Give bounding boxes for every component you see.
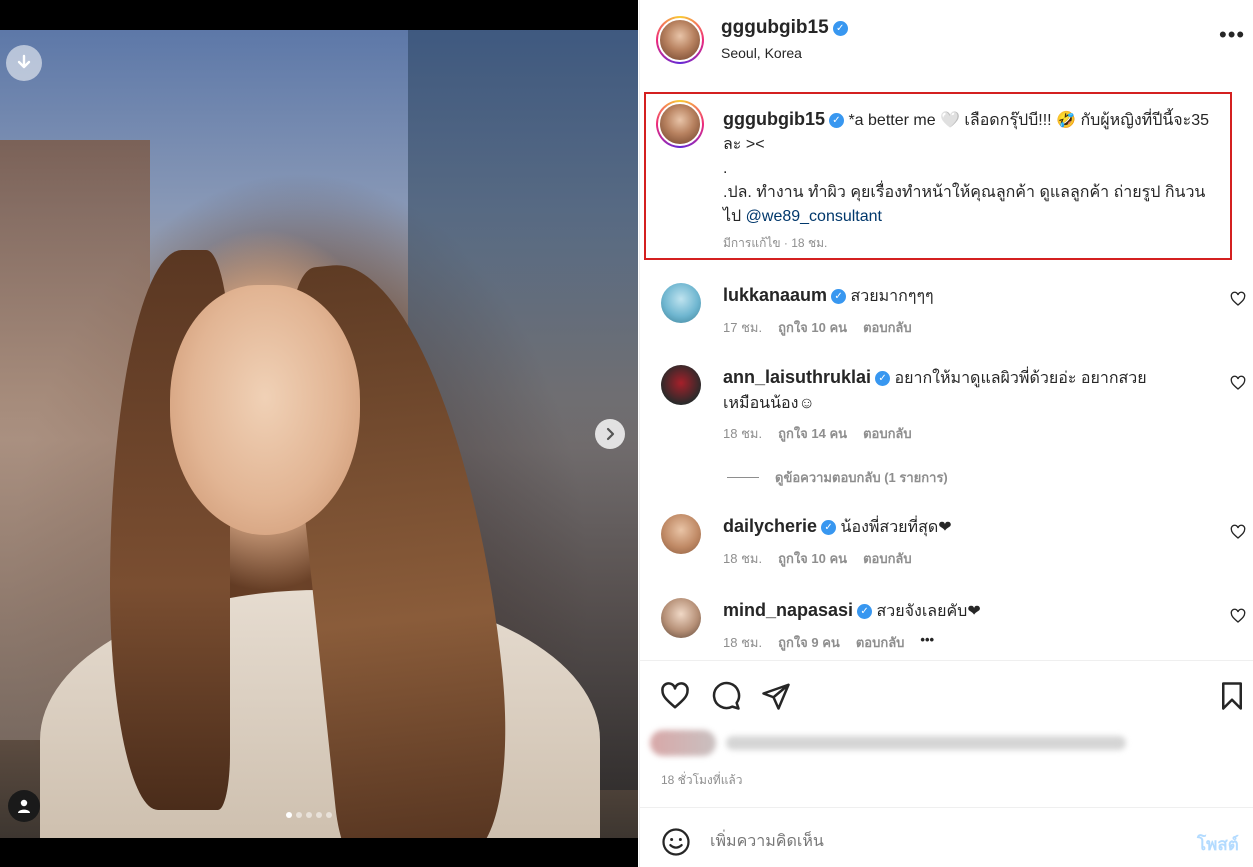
liked-by-text <box>726 736 1126 750</box>
comment-text: น้องพี่สวยที่สุด❤ <box>840 519 952 536</box>
share-icon[interactable] <box>761 681 791 711</box>
commenter-avatar[interactable] <box>661 598 701 638</box>
post-comment-button[interactable]: โพสต์ <box>1197 831 1239 858</box>
comment-text: สวยจังเลยคับ❤ <box>876 603 981 620</box>
author-username[interactable]: gggubgib15 ✓ <box>721 17 848 39</box>
author-avatar[interactable] <box>656 16 704 64</box>
comment-likes[interactable]: ถูกใจ 9 คน <box>778 632 840 653</box>
commenter-username[interactable]: lukkanaaum <box>723 285 827 305</box>
comment-body: dailycherie ✓ น้องพี่สวยที่สุด❤ <box>723 514 1193 540</box>
caption-mention-link[interactable]: @we89_consultant <box>746 208 882 225</box>
bookmark-icon[interactable] <box>1217 681 1247 711</box>
comment-time: 17 ชม. <box>723 320 763 335</box>
comment-time: 18 ชม. <box>723 551 763 566</box>
comment-input[interactable] <box>710 826 1180 858</box>
add-comment-bar: โพสต์ <box>640 807 1253 867</box>
comment-time: 18 ชม. <box>723 635 763 650</box>
more-options-icon[interactable]: ••• <box>1219 24 1244 48</box>
view-replies-label[interactable]: ดูข้อความตอบกลับ (1 รายการ) <box>775 467 948 488</box>
view-replies-button[interactable]: ดูข้อความตอบกลับ (1 รายการ) <box>727 467 948 488</box>
liked-by-row[interactable] <box>650 726 1130 760</box>
post-timestamp[interactable]: 18 ชั่วโมงที่แล้ว <box>661 771 743 790</box>
comment-body: ann_laisuthruklai ✓ อยากให้มาดูแลผิวพี่ด้… <box>723 365 1193 416</box>
user-tag-button[interactable] <box>8 790 40 822</box>
comment-likes[interactable]: ถูกใจ 10 คน <box>778 548 847 569</box>
caption-avatar[interactable] <box>656 100 704 148</box>
commenter-username[interactable]: dailycherie <box>723 516 817 536</box>
verified-icon: ✓ <box>857 604 873 619</box>
post-photo <box>0 30 638 838</box>
carousel-dot <box>296 812 302 818</box>
comment-meta: 18 ชม. ถูกใจ 14 คน ตอบกลับ <box>723 423 912 444</box>
comment-likes[interactable]: ถูกใจ 10 คน <box>778 317 847 338</box>
comment-like-icon[interactable] <box>1230 291 1246 307</box>
comment-reply-button[interactable]: ตอบกลับ <box>863 317 912 338</box>
comment-reply-button[interactable]: ตอบกลับ <box>863 548 912 569</box>
post-media <box>0 0 638 867</box>
comment-body: mind_napasasi ✓ สวยจังเลยคับ❤ <box>723 598 1193 624</box>
next-icon <box>606 427 615 441</box>
verified-icon: ✓ <box>829 113 844 128</box>
download-button[interactable] <box>6 45 42 81</box>
heart-icon[interactable] <box>660 681 690 711</box>
caption-dot: . <box>723 160 728 177</box>
liked-by-avatars <box>650 730 716 756</box>
verified-icon: ✓ <box>832 21 848 36</box>
comment-meta: 18 ชม. ถูกใจ 10 คน ตอบกลับ <box>723 548 912 569</box>
comment-meta: 18 ชม. ถูกใจ 9 คน ตอบกลับ ••• <box>723 632 934 653</box>
download-icon <box>17 54 31 69</box>
caption-meta: มีการแก้ไข · 18 ชม. <box>723 236 828 250</box>
carousel-dot <box>316 812 322 818</box>
commenter-username[interactable]: ann_laisuthruklai <box>723 367 871 387</box>
comment-like-icon[interactable] <box>1230 524 1246 540</box>
post-side-panel: gggubgib15 ✓ Seoul, Korea ••• gggubgib15 ✓… <box>639 0 1253 867</box>
commenter-avatar[interactable] <box>661 283 701 323</box>
carousel-dot <box>286 812 292 818</box>
verified-icon: ✓ <box>821 520 837 535</box>
comment-reply-button[interactable]: ตอบกลับ <box>856 632 905 653</box>
comment-like-icon[interactable] <box>1230 608 1246 624</box>
post-action-bar <box>640 660 1253 730</box>
commenter-avatar[interactable] <box>661 514 701 554</box>
comment-more-icon[interactable]: ••• <box>920 632 934 653</box>
caption-username[interactable]: gggubgib15 <box>723 109 825 129</box>
carousel-dot <box>326 812 332 818</box>
comment-like-icon[interactable] <box>1230 375 1246 391</box>
view-replies-line <box>727 477 759 478</box>
carousel-dot <box>306 812 312 818</box>
next-slide-button[interactable] <box>595 419 625 449</box>
emoji-icon[interactable] <box>661 827 691 857</box>
comment-meta: 17 ชม. ถูกใจ 10 คน ตอบกลับ <box>723 317 912 338</box>
verified-icon: ✓ <box>831 289 847 304</box>
user-tag-icon <box>18 799 30 813</box>
comment-text: สวยมากๆๆๆ <box>850 288 934 305</box>
photo-face <box>170 285 360 535</box>
comment-body: lukkanaaum ✓ สวยมากๆๆๆ <box>723 283 1193 309</box>
verified-icon: ✓ <box>875 371 891 386</box>
comment-likes[interactable]: ถูกใจ 14 คน <box>778 423 847 444</box>
carousel-indicator <box>286 812 332 818</box>
caption-text: gggubgib15 ✓ *a better me 🤍 เลือดกรุ๊ปบี!… <box>723 107 1223 229</box>
commenter-username[interactable]: mind_napasasi <box>723 600 853 620</box>
comment-icon[interactable] <box>711 681 741 711</box>
post-location[interactable]: Seoul, Korea <box>721 45 802 61</box>
comment-reply-button[interactable]: ตอบกลับ <box>863 423 912 444</box>
commenter-avatar[interactable] <box>661 365 701 405</box>
comment-time: 18 ชม. <box>723 426 763 441</box>
